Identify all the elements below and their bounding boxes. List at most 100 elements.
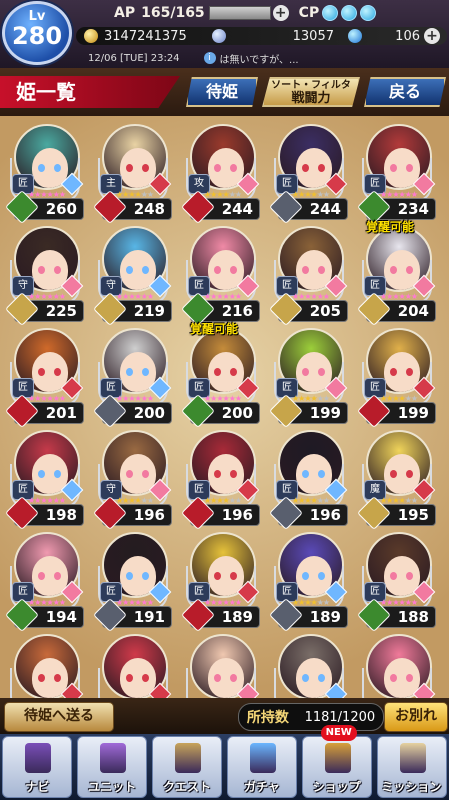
wait-princess-button[interactable]: 待姫 [186, 77, 258, 107]
scroll-icon [399, 743, 426, 773]
level-value: 280 [11, 22, 63, 50]
princess-card[interactable]: 魔 ★★★★★★ 195 [357, 430, 436, 530]
power-value: 234 [397, 200, 429, 218]
princess-card[interactable]: 主 ★★★★★★ 248 [93, 124, 172, 224]
princess-card[interactable]: 匠 ★★★★★★ 205 [269, 226, 348, 326]
info-ticker[interactable]: は無いですが、... [220, 51, 299, 66]
currency-row: 3147241375 13057 106 + [76, 27, 447, 45]
new-badge: NEW [320, 725, 357, 741]
princess-card[interactable]: 守 ★★★★★★ 196 [93, 430, 172, 530]
nav-label: ショップ [312, 780, 361, 794]
send-to-waiting-button[interactable]: 待姫へ送る [4, 702, 114, 732]
nav-label: ガチャ [243, 780, 280, 794]
cp-orb-icon [322, 5, 339, 21]
owned-count-box: 所持数 1181/1200 [238, 703, 384, 731]
power-value: 195 [397, 506, 429, 524]
power-value: 216 [221, 302, 253, 320]
cp-orb-icon [360, 5, 377, 21]
princess-card[interactable]: 匠 ★★★★★★ 234 [357, 124, 436, 224]
power-value: 244 [221, 200, 253, 218]
princess-card[interactable]: 匠 ★★★★★★ 196 [181, 430, 260, 530]
owned-value: 1181/1200 [304, 709, 376, 725]
princess-card[interactable]: 匠 ★★★★★★ 198 [5, 430, 84, 530]
princess-card[interactable]: 匠 ★★★★★★ 260 [5, 124, 84, 224]
coin-value: 3147241375 [104, 28, 187, 44]
nav-label: ユニット [88, 780, 137, 794]
power-value: 188 [397, 608, 429, 626]
power-value: 260 [45, 200, 77, 218]
power-value: 191 [133, 608, 165, 626]
book-icon [25, 743, 52, 773]
princess-card[interactable]: 匠 ★★★★★★ 189 [269, 532, 348, 632]
awaken-available-label: 覚醒可能 [366, 220, 415, 234]
princess-card[interactable]: 18 [182, 634, 260, 698]
nav-item[interactable]: ナビ [2, 736, 73, 798]
power-value: 200 [133, 404, 165, 422]
princess-card[interactable]: 匠 ★★★★★★ 188 [357, 532, 436, 632]
farewell-button[interactable]: お別れ [384, 702, 448, 732]
power-value: 194 [45, 608, 77, 626]
princess-card[interactable]: 匠 ★★★★★★ 204 覚醒可能 [357, 220, 436, 326]
power-value: 196 [221, 506, 253, 524]
princess-card[interactable] [270, 634, 348, 698]
shop-icon [324, 743, 351, 773]
action-bar: 待姫へ送る 所持数 1181/1200 お別れ [0, 698, 449, 734]
unit-icon [100, 743, 127, 773]
power-value: 204 [397, 302, 429, 320]
nav-item[interactable]: クエスト [152, 736, 223, 798]
princess-card[interactable]: 匠 ★★★★★★ 194 [5, 532, 84, 632]
nav-item[interactable]: ユニット [77, 736, 148, 798]
level-badge[interactable]: Lv 280 [2, 1, 72, 65]
title-bar: 姫一覧 待姫 ソート・フィルタ 戦闘力 戻る [0, 68, 449, 116]
princess-card[interactable]: 匠 ★★★★★★ 200 [93, 328, 172, 428]
nav-item[interactable]: ショップ NEW [301, 725, 372, 798]
map-icon [175, 743, 202, 773]
princess-card[interactable]: 匠 ★★★★★★ 200 覚醒可能 [181, 322, 260, 428]
princess-card[interactable]: 匠 ★★★★★★ 216 [181, 226, 260, 326]
nav-label: ミッション [381, 780, 442, 794]
key-icon [348, 29, 362, 43]
princess-card[interactable] [358, 634, 436, 698]
sort-key-label: 戦闘力 [291, 91, 331, 106]
ap-label: AP [114, 5, 136, 21]
power-value: 199 [309, 404, 341, 422]
key-value: 106 [395, 28, 420, 44]
awaken-available-label: 覚醒可能 [190, 322, 239, 336]
datetime: 12/06 [TUE] 23:24 [88, 52, 180, 64]
nav-label: クエスト [163, 780, 212, 794]
back-button[interactable]: 戻る [364, 77, 446, 107]
princess-card[interactable]: 守 ★★★★★★ 219 [93, 226, 172, 326]
sort-filter-button[interactable]: ソート・フィルタ 戦闘力 [262, 77, 360, 107]
power-value: 219 [133, 302, 165, 320]
ap-plus-button[interactable]: + [272, 5, 289, 21]
princess-card[interactable]: 匠 ★★★★★★ 244 [269, 124, 348, 224]
cp-orb-icon [341, 5, 358, 21]
princess-card[interactable]: 185 [94, 634, 172, 698]
info-icon[interactable]: i [203, 52, 216, 64]
status-header: Lv 280 AP 165/165 + CP 3147241375 13057 … [0, 0, 449, 68]
owned-label: 所持数 [246, 710, 289, 726]
crystal-icon [249, 743, 276, 773]
nav-label: ナビ [25, 780, 50, 794]
ap-cp-row: AP 165/165 + CP [80, 3, 447, 23]
power-value: 189 [221, 608, 253, 626]
ap-bar [208, 6, 271, 20]
princess-card[interactable] [6, 634, 84, 698]
princess-card[interactable]: 匠 ★★★★★★ 196 [269, 430, 348, 530]
princess-card[interactable]: 匠 ★★★★★★ 199 [269, 328, 348, 428]
princess-card[interactable]: 守 ★★★★★★ 225 [5, 226, 84, 326]
gem-icon [212, 29, 226, 43]
power-value: 196 [309, 506, 341, 524]
bottom-nav: ナビ ユニット クエスト ガチャ ショップ NEW ミッション [0, 725, 449, 800]
princess-roster-grid[interactable]: 匠 ★★★★★★ 260 主 ★★★★★★ 248 攻 ★★★★★★ 244 匠 ★★★★★★ 244… [0, 116, 449, 698]
princess-card[interactable]: 攻 ★★★★★★ 244 [181, 124, 260, 224]
princess-card[interactable]: 匠 ★★★★★★ 189 [181, 532, 260, 632]
gem-value: 13057 [292, 28, 334, 44]
princess-card[interactable]: 匠 ★★★★★★ 199 [357, 328, 436, 428]
nav-item[interactable]: ガチャ [226, 736, 297, 798]
key-plus-button[interactable]: + [424, 28, 440, 44]
power-value: 201 [45, 404, 77, 422]
nav-item[interactable]: ミッション [376, 736, 447, 798]
princess-card[interactable]: 匠 ★★★★★★ 201 [5, 328, 84, 428]
princess-card[interactable]: 匠 ★★★★★★ 191 [93, 532, 172, 632]
